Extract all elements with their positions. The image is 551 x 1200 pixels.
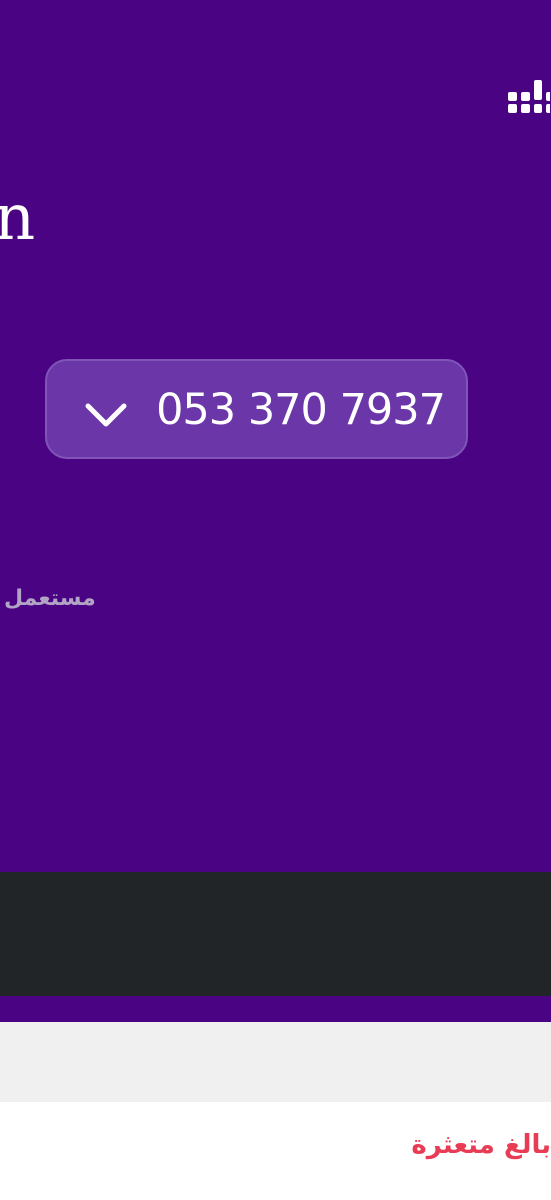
section-heading: بالغ متعثرة bbox=[411, 1130, 551, 1160]
condition-label: مستعمل bbox=[4, 586, 96, 611]
hero-banner: n 053 370 7937 مستعمل bbox=[0, 0, 551, 1022]
phone-number-value: 053 370 7937 bbox=[156, 385, 446, 435]
chevron-down-icon[interactable] bbox=[83, 400, 129, 430]
page-title-fragment: n bbox=[0, 181, 36, 255]
section-divider bbox=[0, 1022, 551, 1102]
dark-toolbar bbox=[0, 872, 551, 996]
grid-dots-icon[interactable] bbox=[504, 78, 550, 118]
phone-number-select[interactable]: 053 370 7937 bbox=[45, 359, 468, 459]
page: n 053 370 7937 مستعمل بالغ متعثرة bbox=[0, 0, 551, 1200]
